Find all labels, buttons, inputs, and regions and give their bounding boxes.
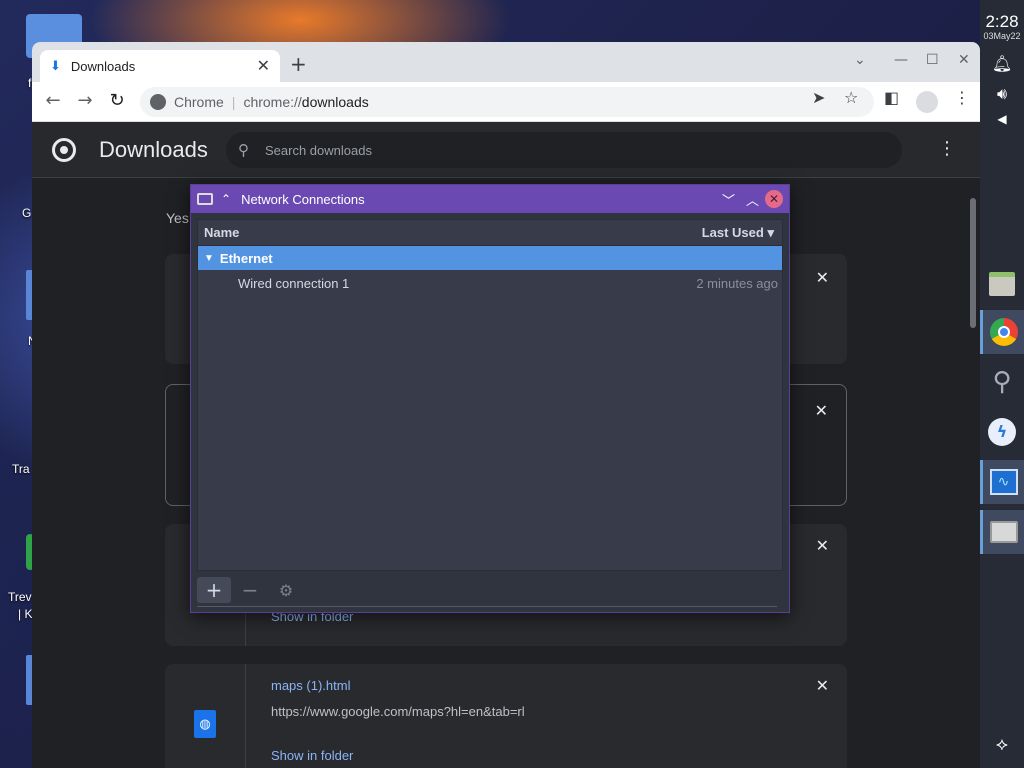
chrome-menu-icon[interactable]: ⋮: [954, 88, 970, 107]
address-bar[interactable]: Chrome | chrome://downloads: [140, 87, 874, 117]
bell-icon[interactable]: 🔔︎: [980, 54, 1024, 73]
download-card: ◍ ✕ maps (1).html https://www.google.com…: [165, 664, 847, 768]
search-icon: ⚲: [238, 142, 249, 159]
network-launcher[interactable]: [980, 510, 1024, 554]
dialog-title: Network Connections: [241, 191, 365, 207]
expand-triangle-icon[interactable]: ▼: [204, 253, 214, 264]
app-icon: ϟ: [988, 418, 1016, 446]
column-last-used-label: Last Used: [701, 224, 764, 240]
chrome-site-icon: [150, 94, 166, 110]
card-divider: [245, 664, 246, 768]
profile-avatar[interactable]: [916, 91, 938, 113]
downloads-header: Downloads ⚲ Search downloads ⋮: [32, 122, 980, 178]
files-launcher[interactable]: [980, 262, 1024, 306]
group-label: Ethernet: [219, 250, 273, 266]
network-connections-dialog: ⌃ Network Connections ﹀ ︿ ✕ Name Last Us…: [190, 184, 790, 613]
volume-icon[interactable]: 🔊︎: [980, 84, 1024, 104]
html-file-icon: ◍: [194, 710, 216, 738]
omnibox-chip: Chrome: [174, 94, 224, 110]
app-launcher[interactable]: ϟ: [980, 410, 1024, 454]
close-icon[interactable]: ✕: [765, 190, 783, 208]
remove-connection-button[interactable]: −: [233, 577, 267, 603]
connection-name: Wired connection 1: [238, 275, 350, 291]
page-scrollbar[interactable]: [966, 178, 980, 768]
dialog-divider: [197, 606, 777, 607]
magnifier-icon: ⚲: [992, 367, 1012, 397]
search-placeholder: Search downloads: [265, 142, 372, 158]
close-window-button[interactable]: ✕: [958, 52, 970, 68]
side-panel-icon[interactable]: ◧: [884, 88, 899, 107]
monitor-icon: ∿: [989, 469, 1018, 495]
scrollbar-thumb[interactable]: [970, 198, 976, 328]
desktop-label: G: [22, 206, 32, 220]
minimize-button[interactable]: —: [894, 52, 908, 68]
forward-button[interactable]: →: [74, 90, 96, 111]
network-icon: [989, 521, 1018, 543]
remove-download-icon[interactable]: ✕: [815, 401, 828, 420]
connection-row[interactable]: Wired connection 1 2 minutes ago: [198, 270, 782, 296]
maximize-icon[interactable]: ︿: [746, 190, 759, 209]
connection-last-used: 2 minutes ago: [696, 275, 778, 291]
desktop-label: Tra: [12, 462, 30, 476]
system-monitor-launcher[interactable]: ∿: [980, 460, 1024, 504]
tab-title: Downloads: [70, 58, 136, 74]
network-app-icon: [197, 193, 213, 205]
search-launcher[interactable]: ⚲: [980, 360, 1024, 404]
browser-toolbar: ← → ↻ Chrome | chrome://downloads ➤ ☆ ◧ …: [32, 82, 980, 122]
tab-close-icon[interactable]: ✕: [257, 56, 270, 76]
chrome-icon: [989, 318, 1018, 346]
group-row-ethernet[interactable]: ▼ Ethernet: [198, 246, 782, 270]
dialog-button-bar: + − ⚙: [197, 573, 783, 607]
back-button[interactable]: ←: [42, 90, 64, 111]
minimize-icon[interactable]: ﹀: [722, 190, 735, 209]
clock-time[interactable]: 2:28: [980, 12, 1024, 32]
download-icon: ⬇: [50, 58, 61, 73]
list-header: Name Last Used ▾: [198, 220, 782, 246]
collapse-icon[interactable]: ◀: [980, 112, 1024, 126]
bookmark-star-icon[interactable]: ☆: [844, 88, 858, 107]
send-icon[interactable]: ➤: [812, 88, 825, 107]
dialog-titlebar[interactable]: ⌃ Network Connections ﹀ ︿ ✕: [191, 185, 789, 213]
search-downloads-field[interactable]: ⚲ Search downloads: [226, 132, 902, 168]
download-file-name[interactable]: maps (1).html: [271, 678, 350, 693]
date-header: Yes: [166, 210, 189, 226]
reload-button[interactable]: ↻: [106, 90, 128, 111]
column-last-used[interactable]: Last Used ▾: [702, 225, 774, 241]
remove-download-icon[interactable]: ✕: [816, 676, 829, 695]
launcher-menu-icon[interactable]: ⟡: [980, 734, 1024, 755]
tab-downloads[interactable]: ⬇ Downloads ✕: [40, 50, 280, 82]
desktop-label: f: [28, 76, 32, 90]
add-connection-button[interactable]: +: [197, 577, 231, 603]
connections-list: Name Last Used ▾ ▼ Ethernet Wired connec…: [197, 219, 783, 571]
remove-download-icon[interactable]: ✕: [816, 268, 829, 287]
desktop-label: Trev: [8, 590, 32, 604]
tab-strip: ⬇ Downloads ✕ + ⌄ — ☐ ✕: [32, 42, 980, 82]
files-icon: [989, 272, 1015, 296]
desktop-label: | K: [18, 607, 33, 621]
edit-connection-button[interactable]: ⚙: [269, 577, 303, 603]
page-title: Downloads: [99, 137, 208, 162]
download-url: https://www.google.com/maps?hl=en&tab=rl: [271, 704, 525, 719]
taskbar: 2:28 03May22 🔔︎ 🔊︎ ◀ ⚲ ϟ ∿ ⟡: [980, 0, 1024, 768]
maximize-button[interactable]: ☐: [926, 52, 939, 68]
remove-download-icon[interactable]: ✕: [816, 536, 829, 555]
chrome-logo-icon: [52, 138, 76, 162]
tab-search-icon[interactable]: ⌄: [854, 52, 866, 68]
sort-down-icon: ▾: [767, 224, 774, 240]
url-host: downloads: [301, 94, 369, 110]
clock-date: 03May22: [983, 31, 1021, 41]
downloads-menu-icon[interactable]: ⋮: [938, 138, 956, 159]
new-tab-button[interactable]: +: [290, 52, 307, 76]
column-name[interactable]: Name: [204, 225, 239, 240]
url-scheme: chrome://: [243, 94, 302, 110]
show-in-folder-link[interactable]: Show in folder: [271, 748, 353, 763]
chrome-launcher[interactable]: [980, 310, 1024, 354]
omnibox-separator: |: [231, 94, 236, 110]
keep-above-icon[interactable]: ⌃: [221, 192, 231, 206]
